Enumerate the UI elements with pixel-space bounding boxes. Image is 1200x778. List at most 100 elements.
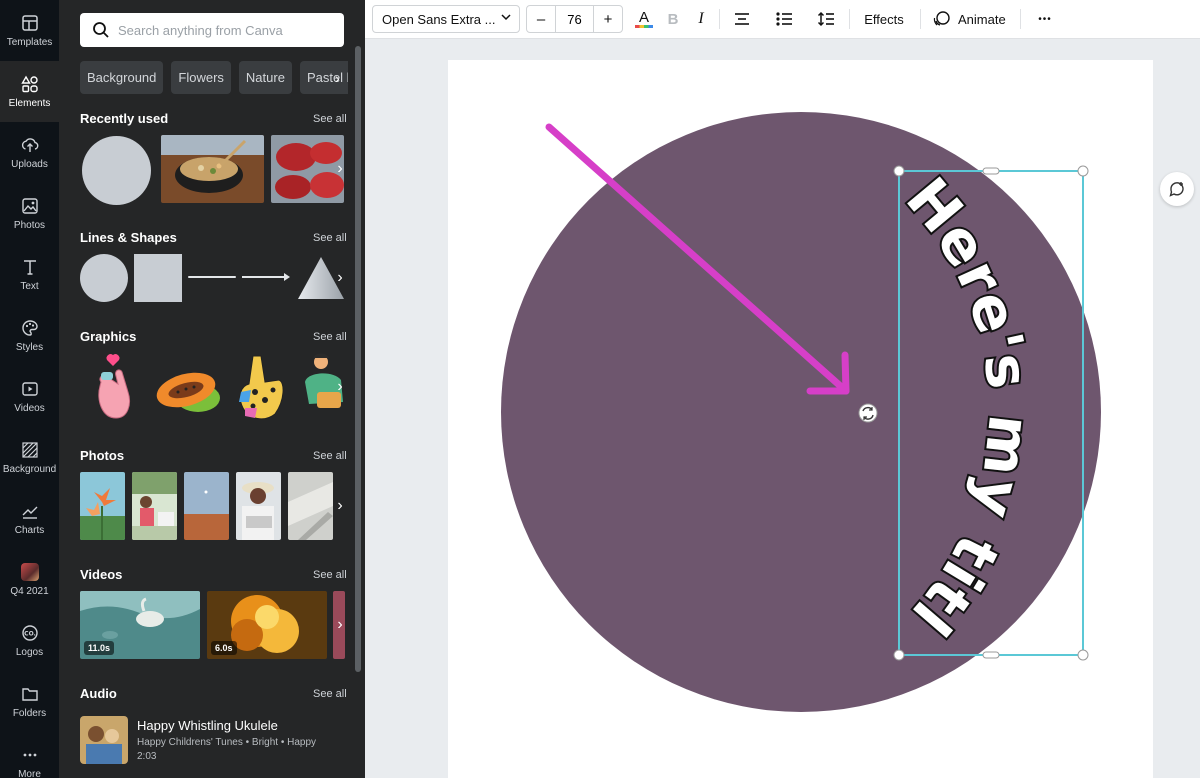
design-page[interactable]: Here's my title: [426, 4, 1153, 778]
rail-label: Logos: [15, 646, 44, 658]
chip-flowers[interactable]: Flowers: [171, 61, 231, 94]
align-center-icon[interactable]: [732, 7, 752, 31]
rail-item-photos[interactable]: Photos: [0, 183, 59, 244]
rotate-handle-icon[interactable]: [858, 403, 878, 423]
more-options-icon[interactable]: •••: [1033, 7, 1057, 31]
font-family-select[interactable]: Open Sans Extra ...: [372, 5, 520, 33]
search-input[interactable]: [118, 22, 338, 38]
text-toolbar: Open Sans Extra ... – 76 + A B I Effects…: [365, 0, 1200, 39]
audio-meta: Happy Childrens' Tunes • Bright • Happy: [137, 737, 316, 748]
search-icon: [93, 22, 109, 38]
photo-desert[interactable]: [184, 472, 229, 540]
chip-nature[interactable]: Nature: [238, 61, 292, 94]
recent-circle-shape[interactable]: [82, 136, 151, 205]
bold-icon[interactable]: B: [664, 7, 682, 31]
video-thumb-swans[interactable]: 11.0s: [80, 591, 200, 659]
background-icon: [21, 441, 38, 458]
text-icon: [23, 259, 36, 275]
graphics-next-icon[interactable]: ›: [333, 372, 347, 402]
toolbar-divider: [719, 9, 720, 29]
rail-label: Photos: [13, 219, 46, 231]
styles-icon: [21, 319, 38, 336]
line-spacing-icon[interactable]: [816, 7, 836, 31]
rail-label: Videos: [14, 402, 45, 414]
rail-item-more[interactable]: More: [0, 732, 59, 778]
chip-background[interactable]: Background: [80, 61, 164, 94]
see-all-videos[interactable]: See all: [313, 569, 347, 581]
font-size-decrease-button[interactable]: –: [527, 6, 555, 32]
folders-icon: [21, 687, 38, 701]
recent-pot-photo[interactable]: [161, 135, 264, 203]
italic-icon[interactable]: I: [692, 7, 710, 31]
font-size-increase-button[interactable]: +: [594, 6, 622, 32]
effects-button[interactable]: Effects: [864, 7, 904, 31]
rail-item-videos[interactable]: Videos: [0, 366, 59, 427]
rail-label: More: [18, 768, 41, 778]
toolbar-divider: [920, 9, 921, 29]
videos-next-icon[interactable]: ›: [333, 610, 347, 640]
rail-label: Uploads: [11, 158, 48, 170]
font-size-stepper: – 76 +: [526, 5, 623, 33]
toolbar-divider: [849, 9, 850, 29]
shape-arrow-line[interactable]: [242, 268, 292, 286]
see-all-audio[interactable]: See all: [313, 688, 347, 700]
video-thumb-fire[interactable]: 6.0s: [207, 591, 327, 659]
section-title-lines: Lines & Shapes: [80, 230, 177, 245]
photo-man-reading[interactable]: [236, 472, 281, 540]
see-all-recent[interactable]: See all: [313, 113, 347, 125]
font-family-value: Open Sans Extra ...: [382, 11, 496, 27]
design-artwork: Here's my title: [426, 4, 1101, 712]
rail-item-templates[interactable]: Templates: [0, 0, 59, 61]
graphic-papaya[interactable]: [154, 362, 224, 416]
rail-label: Elements: [8, 97, 51, 109]
uploads-icon: [21, 137, 38, 152]
rail-item-styles[interactable]: Styles: [0, 305, 59, 366]
video-duration: 11.0s: [84, 641, 115, 655]
rail-label: Text: [20, 280, 39, 292]
comment-icon: [1169, 182, 1184, 197]
animate-icon: [933, 11, 950, 26]
see-all-photos[interactable]: See all: [313, 450, 347, 462]
shape-square[interactable]: [134, 254, 182, 302]
elements-icon: [20, 75, 38, 92]
photo-garden[interactable]: [132, 472, 177, 540]
text-color-icon: A: [635, 9, 653, 28]
panel-scrollbar[interactable]: [355, 46, 361, 672]
font-size-input[interactable]: 76: [555, 6, 594, 32]
photos-next-icon[interactable]: ›: [333, 491, 347, 521]
animate-label: Animate: [958, 11, 1006, 27]
see-all-graphics[interactable]: See all: [313, 331, 347, 343]
rail-item-elements[interactable]: Elements: [0, 61, 59, 122]
toolbar-divider: [1020, 9, 1021, 29]
rail-item-folders[interactable]: Folders: [0, 671, 59, 732]
audio-duration: 2:03: [137, 751, 157, 762]
graphic-leopard-hand[interactable]: [235, 352, 289, 422]
search-box[interactable]: [80, 13, 344, 47]
rail-item-q4-2021[interactable]: Q4 2021: [0, 549, 59, 610]
rail-label: Charts: [14, 524, 45, 536]
section-title-videos: Videos: [80, 567, 123, 582]
text-color-button[interactable]: A: [634, 7, 654, 31]
audio-title[interactable]: Happy Whistling Ukulele: [137, 718, 278, 733]
chips-next-icon[interactable]: ›: [335, 61, 347, 94]
rail-item-background[interactable]: Background: [0, 427, 59, 488]
charts-icon: [22, 506, 37, 519]
rail-item-text[interactable]: Text: [0, 244, 59, 305]
rail-item-logos[interactable]: CO. Logos: [0, 610, 59, 671]
animate-button[interactable]: Animate: [933, 7, 1013, 31]
audio-cover[interactable]: [80, 716, 128, 764]
photo-abstract-light[interactable]: [288, 472, 333, 540]
graphic-heart-hand[interactable]: [92, 352, 134, 420]
recent-next-icon[interactable]: ›: [333, 154, 347, 184]
rail-item-charts[interactable]: Charts: [0, 488, 59, 549]
logos-icon: CO.: [21, 624, 38, 641]
add-comment-button[interactable]: [1160, 172, 1194, 206]
lines-next-icon[interactable]: ›: [333, 263, 347, 293]
see-all-lines[interactable]: See all: [313, 232, 347, 244]
rail-item-uploads[interactable]: Uploads: [0, 122, 59, 183]
photo-lilies[interactable]: [80, 472, 125, 540]
shape-line[interactable]: [188, 276, 236, 278]
list-icon[interactable]: [774, 7, 794, 31]
rail-label: Folders: [12, 707, 47, 719]
shape-circle[interactable]: [80, 254, 128, 302]
